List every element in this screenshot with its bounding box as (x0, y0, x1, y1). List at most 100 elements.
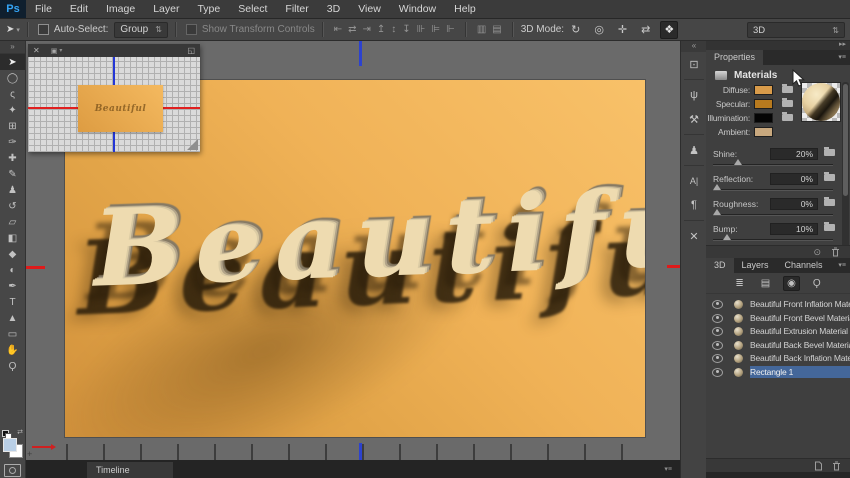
properties-scrollbar[interactable] (842, 82, 849, 252)
distribute-widths-icon[interactable]: ▥ (477, 24, 486, 35)
blur-tool[interactable]: ◆ (0, 246, 25, 262)
brush-presets-panel-icon[interactable]: ψ (681, 83, 707, 107)
scale-camera-icon[interactable]: ❖ (660, 21, 678, 39)
material-preview[interactable] (801, 82, 841, 122)
move-tool[interactable]: ➤ (0, 54, 25, 70)
tab-properties[interactable]: Properties (706, 50, 763, 65)
shape-tool[interactable]: ▭ (0, 326, 25, 342)
material-name[interactable]: Rectangle 1 (750, 366, 850, 378)
roughness-value[interactable]: 0% (770, 198, 818, 210)
pan-camera-icon[interactable]: ✛ (614, 21, 631, 39)
reflection-slider[interactable] (713, 185, 833, 191)
specular-texture-folder-icon[interactable] (782, 100, 793, 107)
delete-icon[interactable] (832, 461, 841, 471)
type-tool[interactable]: T (0, 294, 25, 310)
material-name[interactable]: Beautiful Front Bevel Material (750, 312, 850, 324)
pen-tool[interactable]: ✒ (0, 278, 25, 294)
distribute-left-icon[interactable]: ⊪ (417, 24, 426, 35)
distribute-heights-icon[interactable]: ▤ (492, 24, 501, 35)
illumination-texture-folder-icon[interactable] (782, 114, 793, 121)
menu-filter[interactable]: Filter (276, 0, 317, 18)
align-vcenter-icon[interactable]: ↕ (391, 24, 396, 35)
roll-camera-icon[interactable]: ◎ (590, 21, 608, 39)
crop-tool[interactable]: ⊞ (0, 118, 25, 134)
distribute-right-icon[interactable]: ⊩ (446, 24, 455, 35)
slide-camera-icon[interactable]: ⇄ (637, 21, 654, 39)
panel-menu-icon[interactable]: ▾≡ (838, 50, 850, 65)
bump-texture-folder-icon[interactable] (824, 224, 835, 231)
bump-value[interactable]: 10% (770, 223, 818, 235)
reflection-texture-folder-icon[interactable] (824, 174, 835, 181)
delete-icon[interactable] (831, 247, 840, 257)
align-bottom-icon[interactable]: ↧ (402, 24, 410, 35)
menu-layer[interactable]: Layer (144, 0, 188, 18)
material-row[interactable]: Beautiful Back Inflation Mate... (706, 352, 850, 364)
gradient-tool[interactable]: ◧ (0, 230, 25, 246)
panel-menu-icon[interactable]: ▾≡ (838, 258, 850, 273)
auto-select-group-dropdown[interactable]: Group ⇅ (114, 22, 168, 38)
distribute-center-icon[interactable]: ⊫ (431, 24, 440, 35)
ambient-color-swatch[interactable] (754, 127, 773, 137)
tool-preset-caret-icon[interactable]: ▾ (16, 26, 20, 34)
menu-file[interactable]: File (26, 0, 61, 18)
swap-view-icon[interactable]: ◱ (187, 46, 200, 55)
visibility-eye-icon[interactable] (712, 354, 723, 363)
material-name[interactable]: Beautiful Extrusion Material (750, 325, 850, 337)
chevron-down-icon[interactable]: ▾ (59, 47, 62, 54)
tab-timeline[interactable]: Timeline (87, 462, 173, 478)
secondary-view-viewport[interactable]: Beautiful (28, 57, 200, 152)
orbit-camera-icon[interactable]: ↻ (567, 21, 584, 39)
menu-help[interactable]: Help (445, 0, 485, 18)
material-name[interactable]: Beautiful Back Inflation Mate... (750, 352, 850, 364)
material-name[interactable]: Beautiful Back Bevel Material (750, 339, 850, 351)
material-row[interactable]: Beautiful Extrusion Material (706, 325, 850, 337)
resize-handle[interactable] (187, 139, 198, 150)
align-left-icon[interactable]: ⇤ (334, 24, 342, 35)
align-top-icon[interactable]: ↥ (377, 24, 385, 35)
menu-edit[interactable]: Edit (61, 0, 97, 18)
slider-thumb[interactable] (723, 234, 731, 240)
clone-source-panel-icon[interactable]: ♟ (681, 138, 707, 162)
slider-thumb[interactable] (734, 159, 742, 165)
paragraph-panel-icon[interactable]: ¶ (681, 193, 707, 217)
dodge-tool[interactable]: ◐ (0, 262, 25, 278)
hand-tool[interactable]: ✋ (0, 342, 25, 358)
filter-materials-icon[interactable]: ◉ (783, 276, 800, 291)
brush-tool[interactable]: ✎ (0, 166, 25, 182)
material-row[interactable]: Beautiful Front Bevel Material (706, 312, 850, 324)
slider-thumb[interactable] (713, 209, 721, 215)
eraser-tool[interactable]: ▱ (0, 214, 25, 230)
diffuse-color-swatch[interactable] (754, 85, 773, 95)
roughness-slider[interactable] (713, 210, 833, 216)
menu-window[interactable]: Window (390, 0, 445, 18)
zoom-tool[interactable]: Ϙ (0, 358, 25, 374)
tab-layers[interactable]: Layers (734, 258, 777, 273)
shine-slider[interactable] (713, 160, 833, 166)
shine-value[interactable]: 20% (770, 148, 818, 160)
info-panel-icon[interactable]: ⊡ (681, 52, 707, 76)
3d-text[interactable]: Beautiful (91, 163, 645, 310)
visibility-eye-icon[interactable] (712, 327, 723, 336)
workspace-switcher-dropdown[interactable]: 3D ⇅ (747, 22, 845, 38)
menu-type[interactable]: Type (188, 0, 229, 18)
quick-mask-icon[interactable] (4, 464, 21, 477)
lasso-tool[interactable]: ς (0, 86, 25, 102)
material-row[interactable]: Rectangle 1 (706, 366, 850, 378)
bump-slider[interactable] (713, 235, 833, 241)
visibility-eye-icon[interactable] (712, 368, 723, 377)
auto-select-checkbox[interactable] (38, 24, 49, 35)
shine-texture-folder-icon[interactable] (824, 149, 835, 156)
slider-thumb[interactable] (713, 184, 721, 190)
tab-channels[interactable]: Channels (777, 258, 831, 273)
quick-selection-tool[interactable]: ✦ (0, 102, 25, 118)
healing-brush-tool[interactable]: ✚ (0, 150, 25, 166)
new-item-icon[interactable] (814, 461, 823, 471)
align-right-icon[interactable]: ⇥ (363, 24, 371, 35)
panel-menu-icon[interactable]: ▾≡ (664, 465, 672, 473)
align-hcenter-icon[interactable]: ⇄ (348, 24, 356, 35)
menu-view[interactable]: View (349, 0, 390, 18)
filter-meshes-icon[interactable]: ▤ (757, 276, 774, 291)
material-row[interactable]: Beautiful Back Bevel Material (706, 339, 850, 351)
path-selection-tool[interactable]: ▲ (0, 310, 25, 326)
visibility-eye-icon[interactable] (712, 300, 723, 309)
